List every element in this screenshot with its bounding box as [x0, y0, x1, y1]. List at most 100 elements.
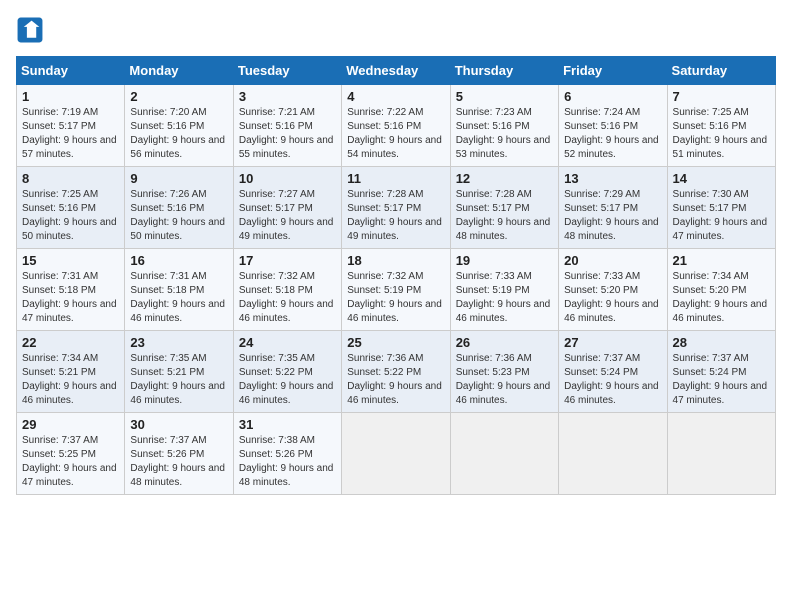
day-info: Sunrise: 7:24 AM Sunset: 5:16 PM Dayligh…	[564, 106, 661, 162]
day-info: Sunrise: 7:35 AM Sunset: 5:22 PM Dayligh…	[239, 352, 336, 408]
day-info: Sunrise: 7:37 AM Sunset: 5:25 PM Dayligh…	[22, 434, 119, 490]
calendar-week-1: 1 Sunrise: 7:19 AM Sunset: 5:17 PM Daylig…	[17, 85, 776, 167]
day-number: 24	[239, 335, 336, 350]
day-info: Sunrise: 7:21 AM Sunset: 5:16 PM Dayligh…	[239, 106, 336, 162]
calendar-cell: 2 Sunrise: 7:20 AM Sunset: 5:16 PM Daylig…	[125, 85, 233, 167]
calendar-week-3: 15 Sunrise: 7:31 AM Sunset: 5:18 PM Dayli…	[17, 249, 776, 331]
calendar-cell: 11 Sunrise: 7:28 AM Sunset: 5:17 PM Dayli…	[342, 167, 450, 249]
day-info: Sunrise: 7:32 AM Sunset: 5:19 PM Dayligh…	[347, 270, 444, 326]
day-info: Sunrise: 7:31 AM Sunset: 5:18 PM Dayligh…	[130, 270, 227, 326]
calendar-cell: 23Sunrise: 7:35 AM Sunset: 5:21 PM Dayli…	[125, 331, 233, 413]
day-number: 30	[130, 417, 227, 432]
day-number: 27	[564, 335, 661, 350]
calendar-cell: 9 Sunrise: 7:26 AM Sunset: 5:16 PM Daylig…	[125, 167, 233, 249]
day-number: 26	[456, 335, 553, 350]
calendar-cell: 26 Sunrise: 7:36 AM Sunset: 5:23 PM Dayli…	[450, 331, 558, 413]
day-number: 6	[564, 89, 661, 104]
day-info: Sunrise: 7:31 AM Sunset: 5:18 PM Dayligh…	[22, 270, 119, 326]
calendar-cell: 5 Sunrise: 7:23 AM Sunset: 5:16 PM Daylig…	[450, 85, 558, 167]
day-number: 20	[564, 253, 661, 268]
calendar-cell: 29 Sunrise: 7:37 AM Sunset: 5:25 PM Dayli…	[17, 413, 125, 495]
calendar-cell: 30 Sunrise: 7:37 AM Sunset: 5:26 PM Dayli…	[125, 413, 233, 495]
day-number: 15	[22, 253, 119, 268]
weekday-header-sunday: Sunday	[17, 57, 125, 85]
calendar-cell: 31 Sunrise: 7:38 AM Sunset: 5:26 PM Dayli…	[233, 413, 341, 495]
day-number: 2	[130, 89, 227, 104]
calendar-cell: 1 Sunrise: 7:19 AM Sunset: 5:17 PM Daylig…	[17, 85, 125, 167]
calendar-cell: 15 Sunrise: 7:31 AM Sunset: 5:18 PM Dayli…	[17, 249, 125, 331]
day-number: 16	[130, 253, 227, 268]
calendar-cell: 18 Sunrise: 7:32 AM Sunset: 5:19 PM Dayli…	[342, 249, 450, 331]
day-info: Sunrise: 7:22 AM Sunset: 5:16 PM Dayligh…	[347, 106, 444, 162]
calendar-cell: 6 Sunrise: 7:24 AM Sunset: 5:16 PM Daylig…	[559, 85, 667, 167]
calendar-header-row: SundayMondayTuesdayWednesdayThursdayFrid…	[17, 57, 776, 85]
day-info: Sunrise: 7:34 AM Sunset: 5:20 PM Dayligh…	[673, 270, 770, 326]
day-info: Sunrise: 7:34 AM Sunset: 5:21 PM Dayligh…	[22, 352, 119, 408]
day-number: 17	[239, 253, 336, 268]
day-number: 18	[347, 253, 444, 268]
calendar-body: 1 Sunrise: 7:19 AM Sunset: 5:17 PM Daylig…	[17, 85, 776, 495]
day-info: Sunrise: 7:26 AM Sunset: 5:16 PM Dayligh…	[130, 188, 227, 244]
day-number: 19	[456, 253, 553, 268]
calendar-cell	[450, 413, 558, 495]
calendar-cell: 20Sunrise: 7:33 AM Sunset: 5:20 PM Dayli…	[559, 249, 667, 331]
calendar-table: SundayMondayTuesdayWednesdayThursdayFrid…	[16, 56, 776, 495]
day-info: Sunrise: 7:33 AM Sunset: 5:19 PM Dayligh…	[456, 270, 553, 326]
day-info: Sunrise: 7:20 AM Sunset: 5:16 PM Dayligh…	[130, 106, 227, 162]
calendar-cell: 25Sunrise: 7:36 AM Sunset: 5:22 PM Dayli…	[342, 331, 450, 413]
calendar-cell: 19 Sunrise: 7:33 AM Sunset: 5:19 PM Dayli…	[450, 249, 558, 331]
weekday-header-friday: Friday	[559, 57, 667, 85]
weekday-header-saturday: Saturday	[667, 57, 775, 85]
calendar-cell: 4 Sunrise: 7:22 AM Sunset: 5:16 PM Daylig…	[342, 85, 450, 167]
calendar-cell: 12Sunrise: 7:28 AM Sunset: 5:17 PM Dayli…	[450, 167, 558, 249]
day-info: Sunrise: 7:38 AM Sunset: 5:26 PM Dayligh…	[239, 434, 336, 490]
calendar-week-4: 22 Sunrise: 7:34 AM Sunset: 5:21 PM Dayli…	[17, 331, 776, 413]
calendar-week-5: 29 Sunrise: 7:37 AM Sunset: 5:25 PM Dayli…	[17, 413, 776, 495]
day-info: Sunrise: 7:29 AM Sunset: 5:17 PM Dayligh…	[564, 188, 661, 244]
day-info: Sunrise: 7:19 AM Sunset: 5:17 PM Dayligh…	[22, 106, 119, 162]
day-number: 8	[22, 171, 119, 186]
day-info: Sunrise: 7:37 AM Sunset: 5:24 PM Dayligh…	[564, 352, 661, 408]
day-number: 10	[239, 171, 336, 186]
day-info: Sunrise: 7:27 AM Sunset: 5:17 PM Dayligh…	[239, 188, 336, 244]
day-number: 1	[22, 89, 119, 104]
day-number: 13	[564, 171, 661, 186]
logo-icon	[16, 16, 44, 44]
day-info: Sunrise: 7:37 AM Sunset: 5:24 PM Dayligh…	[673, 352, 770, 408]
logo	[16, 16, 48, 44]
day-number: 14	[673, 171, 770, 186]
day-number: 21	[673, 253, 770, 268]
day-number: 25	[347, 335, 444, 350]
day-number: 29	[22, 417, 119, 432]
day-number: 31	[239, 417, 336, 432]
day-info: Sunrise: 7:36 AM Sunset: 5:23 PM Dayligh…	[456, 352, 553, 408]
weekday-header-tuesday: Tuesday	[233, 57, 341, 85]
calendar-cell: 21 Sunrise: 7:34 AM Sunset: 5:20 PM Dayli…	[667, 249, 775, 331]
day-info: Sunrise: 7:23 AM Sunset: 5:16 PM Dayligh…	[456, 106, 553, 162]
day-number: 5	[456, 89, 553, 104]
calendar-cell: 7Sunrise: 7:25 AM Sunset: 5:16 PM Daylig…	[667, 85, 775, 167]
day-info: Sunrise: 7:25 AM Sunset: 5:16 PM Dayligh…	[22, 188, 119, 244]
day-number: 9	[130, 171, 227, 186]
day-number: 3	[239, 89, 336, 104]
calendar-cell: 24 Sunrise: 7:35 AM Sunset: 5:22 PM Dayli…	[233, 331, 341, 413]
day-info: Sunrise: 7:30 AM Sunset: 5:17 PM Dayligh…	[673, 188, 770, 244]
day-info: Sunrise: 7:35 AM Sunset: 5:21 PM Dayligh…	[130, 352, 227, 408]
day-number: 7	[673, 89, 770, 104]
calendar-cell	[559, 413, 667, 495]
day-info: Sunrise: 7:37 AM Sunset: 5:26 PM Dayligh…	[130, 434, 227, 490]
calendar-cell: 13 Sunrise: 7:29 AM Sunset: 5:17 PM Dayli…	[559, 167, 667, 249]
day-number: 22	[22, 335, 119, 350]
day-number: 11	[347, 171, 444, 186]
calendar-cell: 14 Sunrise: 7:30 AM Sunset: 5:17 PM Dayli…	[667, 167, 775, 249]
calendar-cell: 8 Sunrise: 7:25 AM Sunset: 5:16 PM Daylig…	[17, 167, 125, 249]
calendar-cell: 27 Sunrise: 7:37 AM Sunset: 5:24 PM Dayli…	[559, 331, 667, 413]
day-number: 28	[673, 335, 770, 350]
calendar-cell	[342, 413, 450, 495]
day-info: Sunrise: 7:32 AM Sunset: 5:18 PM Dayligh…	[239, 270, 336, 326]
calendar-cell: 16 Sunrise: 7:31 AM Sunset: 5:18 PM Dayli…	[125, 249, 233, 331]
calendar-cell: 10 Sunrise: 7:27 AM Sunset: 5:17 PM Dayli…	[233, 167, 341, 249]
day-info: Sunrise: 7:28 AM Sunset: 5:17 PM Dayligh…	[347, 188, 444, 244]
calendar-cell: 22 Sunrise: 7:34 AM Sunset: 5:21 PM Dayli…	[17, 331, 125, 413]
day-number: 4	[347, 89, 444, 104]
